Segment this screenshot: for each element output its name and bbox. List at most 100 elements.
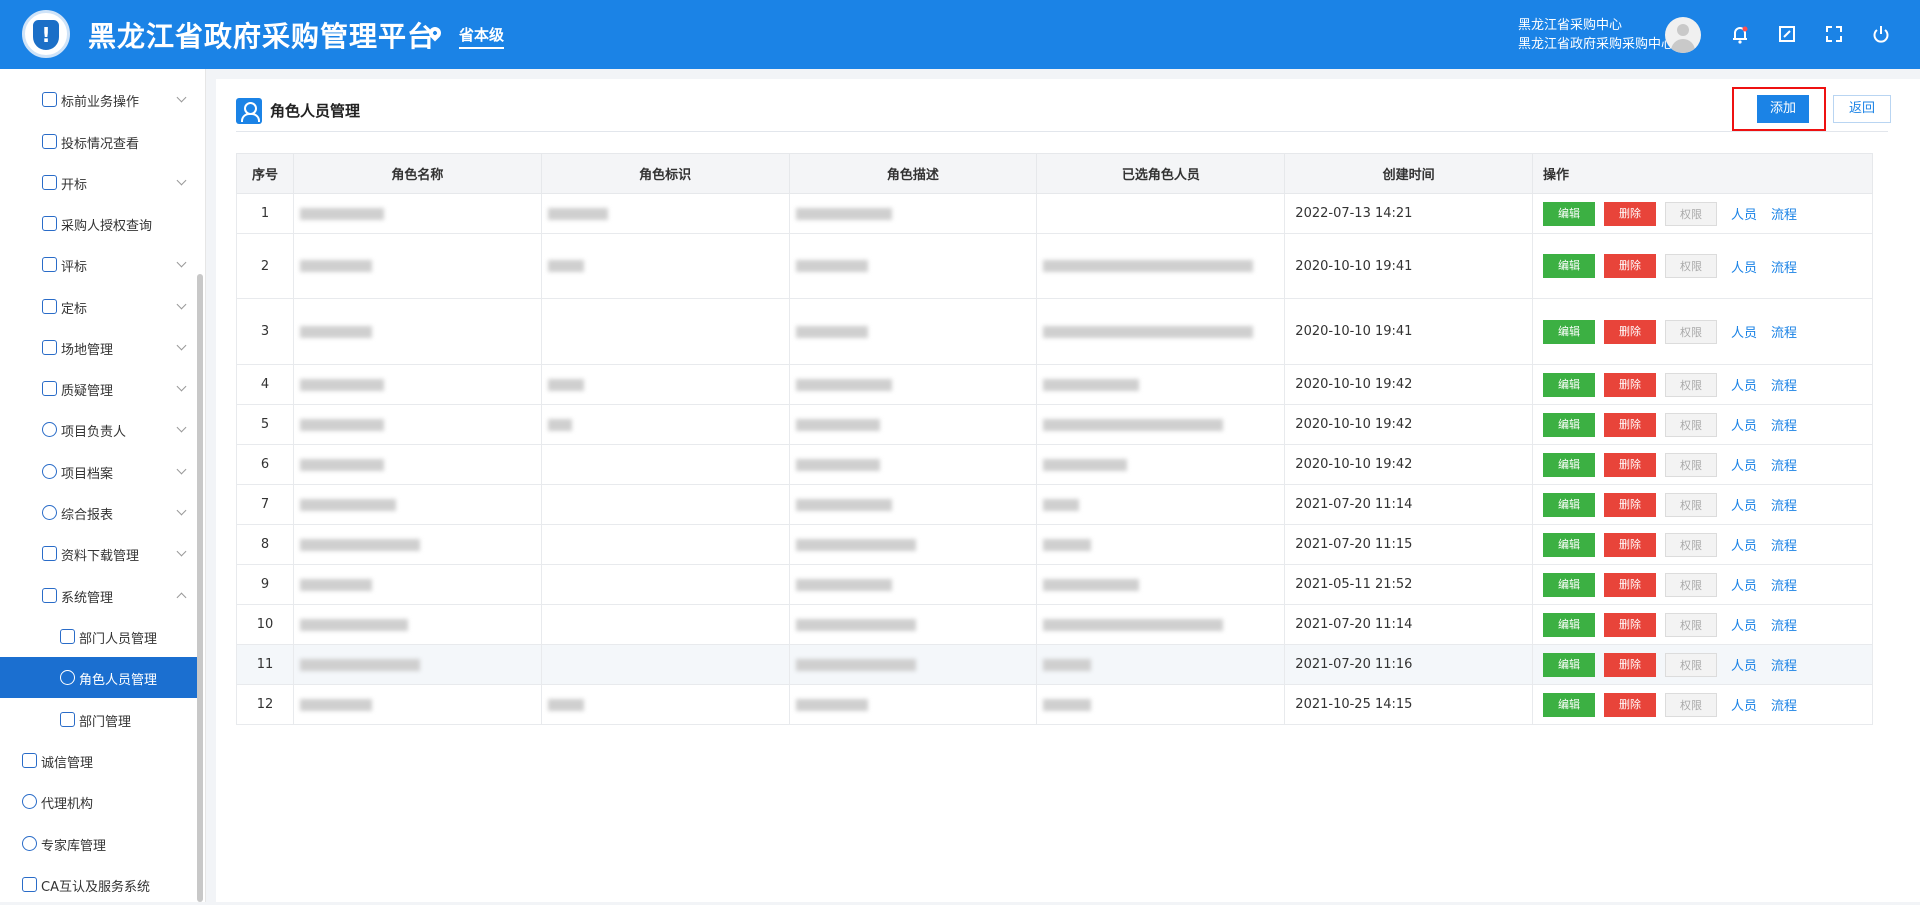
sidebar-item-archive[interactable]: 项目档案 xyxy=(0,451,197,492)
people-link[interactable]: 人员 xyxy=(1731,379,1757,394)
people-link[interactable]: 人员 xyxy=(1731,499,1757,514)
sidebar-item-pre-bid[interactable]: 标前业务操作 xyxy=(0,79,197,120)
sidebar-item-open-bid[interactable]: 开标 xyxy=(0,162,197,203)
add-button[interactable]: 添加 xyxy=(1757,95,1809,123)
sidebar-item-award[interactable]: 定标 xyxy=(0,286,197,327)
people-link[interactable]: 人员 xyxy=(1731,419,1757,434)
delete-button[interactable]: 删除 xyxy=(1604,201,1657,226)
sidebar-item-purchaser-auth[interactable]: 采购人授权查询 xyxy=(0,203,197,244)
edit-button[interactable]: 编辑 xyxy=(1543,372,1596,397)
sidebar-item-report[interactable]: 综合报表 xyxy=(0,492,197,533)
permission-button[interactable]: 权限 xyxy=(1665,612,1718,637)
permission-button[interactable]: 权限 xyxy=(1665,652,1718,677)
cell-role-desc xyxy=(788,484,1038,525)
sidebar-item-dept[interactable]: 部门管理 xyxy=(0,699,197,740)
flow-link[interactable]: 流程 xyxy=(1771,619,1797,634)
edit-button[interactable]: 编辑 xyxy=(1543,319,1596,344)
region-selector[interactable]: 省本级 xyxy=(459,24,505,49)
people-link[interactable]: 人员 xyxy=(1731,261,1757,276)
back-button[interactable]: 返回 xyxy=(1833,95,1891,123)
cell-actions: 编辑 删除 权限 人员 流程 xyxy=(1532,193,1873,234)
fullscreen-icon[interactable] xyxy=(1823,23,1845,45)
edit-button[interactable]: 编辑 xyxy=(1543,254,1596,278)
permission-button[interactable]: 权限 xyxy=(1665,319,1718,344)
flow-link[interactable]: 流程 xyxy=(1771,579,1797,594)
permission-button[interactable]: 权限 xyxy=(1665,372,1718,397)
people-link[interactable]: 人员 xyxy=(1731,619,1757,634)
sidebar-item-agency[interactable]: 代理机构 xyxy=(0,781,197,822)
redacted-value xyxy=(795,578,892,591)
delete-button[interactable]: 删除 xyxy=(1604,319,1657,344)
edit-button[interactable]: 编辑 xyxy=(1543,612,1596,637)
edit-button[interactable]: 编辑 xyxy=(1543,572,1596,597)
delete-button[interactable]: 删除 xyxy=(1604,492,1657,517)
edit-button[interactable]: 编辑 xyxy=(1543,412,1596,437)
edit-button[interactable]: 编辑 xyxy=(1543,532,1596,557)
cell-role-desc xyxy=(788,644,1038,685)
permission-button[interactable]: 权限 xyxy=(1665,692,1718,717)
sidebar-item-role-staff[interactable]: 角色人员管理 xyxy=(0,657,197,698)
delete-button[interactable]: 删除 xyxy=(1604,652,1657,677)
sidebar-item-credit[interactable]: 诚信管理 xyxy=(0,740,197,781)
permission-button[interactable]: 权限 xyxy=(1665,492,1718,517)
redacted-value xyxy=(299,378,384,391)
flow-link[interactable]: 流程 xyxy=(1771,699,1797,714)
sidebar-item-evaluate[interactable]: 评标 xyxy=(0,244,197,285)
sidebar-item-download[interactable]: 资料下载管理 xyxy=(0,533,197,574)
people-link[interactable]: 人员 xyxy=(1731,659,1757,674)
user-info: 黑龙江省采购中心 黑龙江省政府采购采购中心 xyxy=(1518,16,1674,54)
edit-button[interactable]: 编辑 xyxy=(1543,452,1596,477)
sidebar-item-project-lead[interactable]: 项目负责人 xyxy=(0,409,197,450)
flow-link[interactable]: 流程 xyxy=(1771,261,1797,276)
cell-selected-members xyxy=(1036,298,1286,365)
edit-button[interactable]: 编辑 xyxy=(1543,201,1596,226)
screen-icon[interactable] xyxy=(1776,23,1798,45)
delete-button[interactable]: 删除 xyxy=(1604,692,1657,717)
sidebar-item-bid-status[interactable]: 投标情况查看 xyxy=(0,121,197,162)
delete-button[interactable]: 删除 xyxy=(1604,254,1657,278)
delete-button[interactable]: 删除 xyxy=(1604,372,1657,397)
people-link[interactable]: 人员 xyxy=(1731,579,1757,594)
sidebar-item-label: 标前业务操作 xyxy=(61,95,140,110)
permission-button[interactable]: 权限 xyxy=(1665,532,1718,557)
delete-button[interactable]: 删除 xyxy=(1604,412,1657,437)
flow-link[interactable]: 流程 xyxy=(1771,459,1797,474)
sidebar-item-ca[interactable]: CA互认及服务系统 xyxy=(0,864,197,905)
sidebar-item-expert[interactable]: 专家库管理 xyxy=(0,823,197,864)
permission-button[interactable]: 权限 xyxy=(1665,412,1718,437)
flow-link[interactable]: 流程 xyxy=(1771,419,1797,434)
flow-link[interactable]: 流程 xyxy=(1771,379,1797,394)
people-link[interactable]: 人员 xyxy=(1731,699,1757,714)
flow-link[interactable]: 流程 xyxy=(1771,659,1797,674)
sidebar-item-dept-staff[interactable]: 部门人员管理 xyxy=(0,616,197,657)
delete-button[interactable]: 删除 xyxy=(1604,532,1657,557)
people-link[interactable]: 人员 xyxy=(1731,539,1757,554)
permission-button[interactable]: 权限 xyxy=(1665,452,1718,477)
flow-link[interactable]: 流程 xyxy=(1771,499,1797,514)
permission-button[interactable]: 权限 xyxy=(1665,572,1718,597)
flow-link[interactable]: 流程 xyxy=(1771,539,1797,554)
ca-icon xyxy=(22,877,37,892)
avatar[interactable] xyxy=(1665,17,1701,53)
edit-button[interactable]: 编辑 xyxy=(1543,692,1596,717)
cell-created-time: 2020-10-10 19:42 xyxy=(1284,404,1534,445)
edit-button[interactable]: 编辑 xyxy=(1543,492,1596,517)
delete-button[interactable]: 删除 xyxy=(1604,612,1657,637)
flow-link[interactable]: 流程 xyxy=(1771,208,1797,223)
notification-icon[interactable] xyxy=(1729,23,1751,45)
people-link[interactable]: 人员 xyxy=(1731,326,1757,341)
sidebar-item-question[interactable]: 质疑管理 xyxy=(0,368,197,409)
delete-button[interactable]: 删除 xyxy=(1604,572,1657,597)
flow-link[interactable]: 流程 xyxy=(1771,326,1797,341)
permission-button[interactable]: 权限 xyxy=(1665,254,1718,278)
sidebar-item-system[interactable]: 系统管理 xyxy=(0,575,197,616)
permission-button[interactable]: 权限 xyxy=(1665,201,1718,226)
power-icon[interactable] xyxy=(1870,23,1892,45)
shield-icon xyxy=(42,588,57,603)
people-link[interactable]: 人员 xyxy=(1731,459,1757,474)
sidebar-scrollbar[interactable] xyxy=(197,274,203,902)
edit-button[interactable]: 编辑 xyxy=(1543,652,1596,677)
sidebar-item-venue[interactable]: 场地管理 xyxy=(0,327,197,368)
delete-button[interactable]: 删除 xyxy=(1604,452,1657,477)
people-link[interactable]: 人员 xyxy=(1731,208,1757,223)
